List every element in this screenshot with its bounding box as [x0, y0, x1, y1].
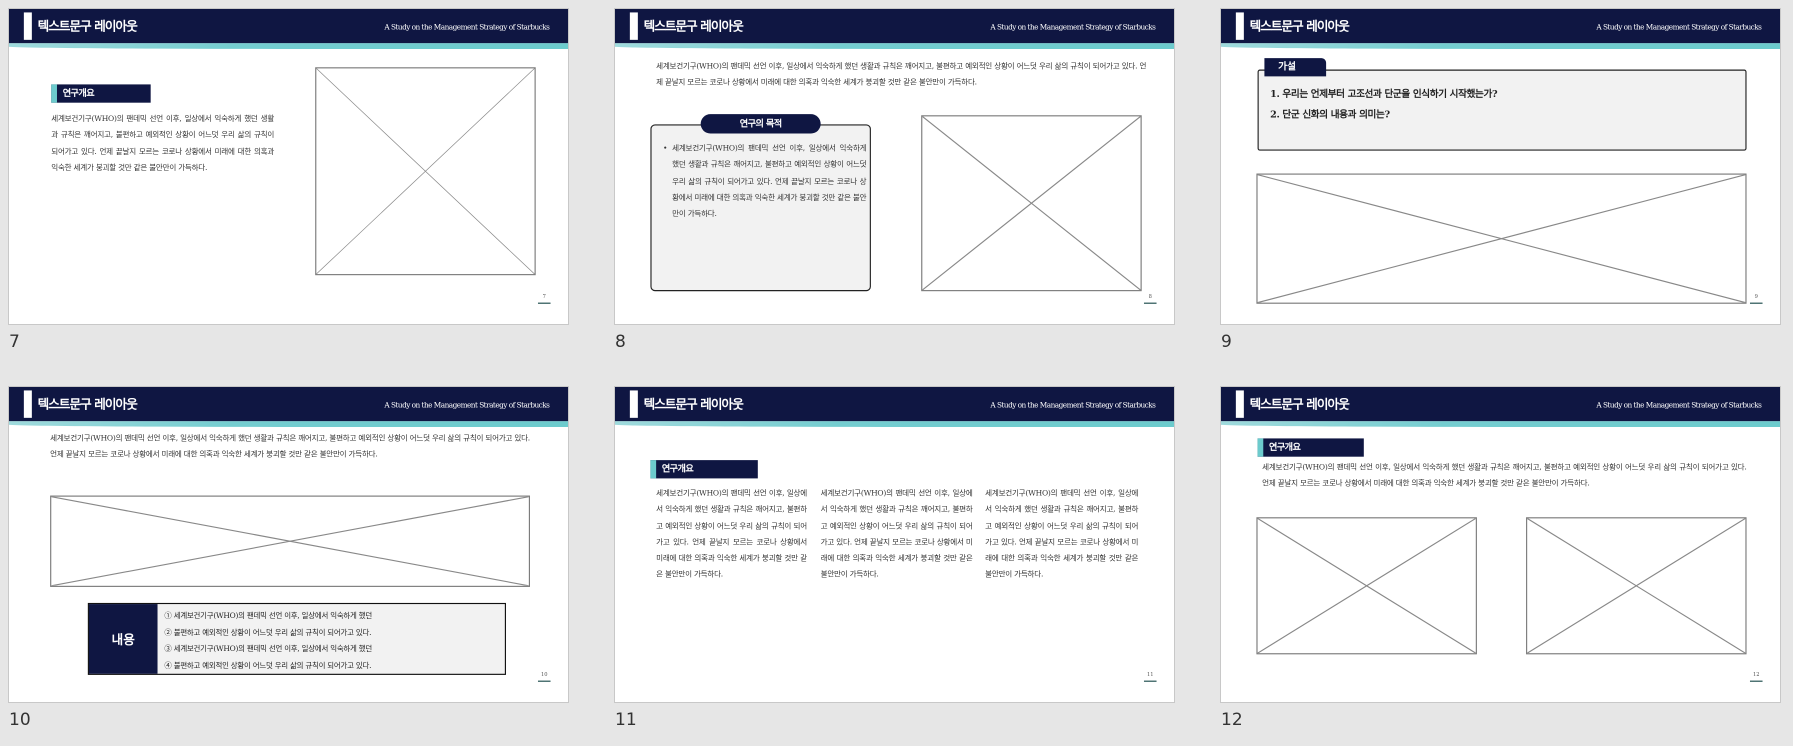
header-teal-stripe	[615, 421, 1174, 427]
body-text: 세계보건기구(WHO)의 팬데믹 선언 이후, 일상에서 익숙하게 했던 생활과…	[656, 61, 1147, 88]
slide-frame[interactable]: 텍스트문구 레이아웃 A Study on the Management Stra…	[8, 8, 569, 325]
hypothesis-line-1: 1. 우리는 언제부터 고조선과 단군을 인식하기 시작했는가?	[1270, 87, 1498, 100]
purpose-title: 연구의 목적	[700, 114, 821, 134]
header-accent-bar	[23, 12, 32, 40]
page-number: 9	[1749, 295, 1763, 304]
purpose-body: 세계보건기구(WHO)의 팬데믹 선언 이후, 일상에서 익숙하게 했던 생활과…	[672, 143, 867, 219]
image-placeholder	[1256, 517, 1477, 655]
slide-number: 7	[9, 332, 20, 352]
image-placeholder	[1256, 173, 1747, 304]
header-teal-stripe	[1221, 421, 1780, 427]
page-number: 12	[1749, 673, 1763, 682]
header-subtitle: A Study on the Management Strategy of St…	[384, 22, 550, 32]
header-accent-bar	[1235, 390, 1244, 418]
slide-frame[interactable]: 텍스트문구 레이아웃 A Study on the Management Stra…	[8, 386, 569, 703]
header-teal-stripe	[9, 43, 568, 49]
header-accent-bar	[629, 390, 638, 418]
slide-header: 텍스트문구 레이아웃 A Study on the Management Stra…	[615, 9, 1174, 44]
slide-frame[interactable]: 텍스트문구 레이아웃 A Study on the Management Stra…	[614, 8, 1175, 325]
image-placeholder	[921, 115, 1142, 292]
hypothesis-line-2: 2. 단군 신화의 내용과 의미는?	[1270, 108, 1390, 120]
column-text-2: 세계보건기구(WHO)의 팬데믹 선언 이후, 일상에서 익숙하게 했던 생활과…	[820, 488, 973, 580]
slide-number: 8	[615, 332, 626, 352]
slide-header: 텍스트문구 레이아웃 A Study on the Management Stra…	[615, 387, 1174, 422]
header-title: 텍스트문구 레이아웃	[1249, 397, 1350, 413]
header-teal-stripe	[1221, 43, 1780, 49]
slide-header: 텍스트문구 레이아웃 A Study on the Management Stra…	[9, 387, 568, 422]
image-placeholder	[1526, 517, 1747, 655]
page-number: 10	[537, 673, 551, 682]
header-title: 텍스트문구 레이아웃	[643, 19, 744, 35]
slide-frame[interactable]: 텍스트문구 레이아웃 A Study on the Management Stra…	[614, 386, 1175, 703]
slide-number: 10	[9, 710, 31, 730]
content-list: ① 세계보건기구(WHO)의 팬데믹 선언 이후, 일상에서 익숙하게 했던 ②…	[164, 608, 372, 674]
content-label: 내용	[88, 604, 158, 674]
image-placeholder	[315, 67, 536, 276]
slide-frame[interactable]: 텍스트문구 레이아웃 A Study on the Management Stra…	[1220, 386, 1781, 703]
slide-header: 텍스트문구 레이아웃 A Study on the Management Stra…	[9, 9, 568, 44]
purpose-box: • 세계보건기구(WHO)의 팬데믹 선언 이후, 일상에서 익숙하게 했던 생활…	[650, 124, 871, 292]
header-teal-stripe	[615, 43, 1174, 49]
header-title: 텍스트문구 레이아웃	[37, 19, 138, 35]
purpose-text: • 세계보건기구(WHO)의 팬데믹 선언 이후, 일상에서 익숙하게 했던 생활…	[662, 140, 867, 222]
column-text-1: 세계보건기구(WHO)의 팬데믹 선언 이후, 일상에서 익숙하게 했던 생활과…	[656, 488, 807, 580]
body-text: 세계보건기구(WHO)의 팬데믹 선언 이후, 일상에서 익숙하게 했던 생활과…	[50, 433, 530, 460]
slide-thumbnail-9[interactable]: 텍스트문구 레이아웃 A Study on the Management Stra…	[1220, 8, 1781, 368]
page-number: 8	[1143, 295, 1157, 304]
body-text: 세계보건기구(WHO)의 팬데믹 선언 이후, 일상에서 익숙하게 했던 생활과…	[1262, 462, 1747, 488]
page-number: 7	[537, 295, 551, 304]
slide-thumbnail-11[interactable]: 텍스트문구 레이아웃 A Study on the Management Stra…	[614, 386, 1175, 746]
bullet-icon: •	[662, 143, 668, 153]
slide-thumbnail-12[interactable]: 텍스트문구 레이아웃 A Study on the Management Stra…	[1220, 386, 1781, 746]
header-subtitle: A Study on the Management Strategy of St…	[1596, 400, 1762, 410]
slide-header: 텍스트문구 레이아웃 A Study on the Management Stra…	[1221, 387, 1780, 422]
body-text: 세계보건기구(WHO)의 팬데믹 선언 이후, 일상에서 익숙하게 했던 생활과…	[51, 114, 275, 173]
header-subtitle: A Study on the Management Strategy of St…	[990, 400, 1156, 410]
header-teal-stripe	[9, 421, 568, 427]
header-title: 텍스트문구 레이아웃	[643, 397, 744, 413]
slide-header: 텍스트문구 레이아웃 A Study on the Management Stra…	[1221, 9, 1780, 44]
slide-number: 9	[1221, 332, 1232, 352]
image-placeholder	[50, 495, 530, 587]
header-accent-bar	[23, 390, 32, 418]
header-subtitle: A Study on the Management Strategy of St…	[990, 22, 1156, 32]
header-title: 텍스트문구 레이아웃	[37, 397, 138, 413]
section-label: 연구개요	[1257, 438, 1364, 457]
content-box: 내용 ① 세계보건기구(WHO)의 팬데믹 선언 이후, 일상에서 익숙하게 했…	[87, 602, 506, 675]
content-item: ③ 세계보건기구(WHO)의 팬데믹 선언 이후, 일상에서 익숙하게 했던	[164, 644, 372, 654]
slide-thumbnail-7[interactable]: 텍스트문구 레이아웃 A Study on the Management Stra…	[8, 8, 569, 368]
header-accent-bar	[629, 12, 638, 40]
slide-number: 12	[1221, 710, 1243, 730]
header-accent-bar	[1235, 12, 1244, 40]
column-text-3: 세계보건기구(WHO)의 팬데믹 선언 이후, 일상에서 익숙하게 했던 생활과…	[985, 488, 1139, 580]
header-subtitle: A Study on the Management Strategy of St…	[384, 400, 550, 410]
header-title: 텍스트문구 레이아웃	[1249, 19, 1350, 35]
slide-frame[interactable]: 텍스트문구 레이아웃 A Study on the Management Stra…	[1220, 8, 1781, 325]
slide-number: 11	[615, 710, 637, 730]
slide-thumbnail-10[interactable]: 텍스트문구 레이아웃 A Study on the Management Stra…	[8, 386, 569, 746]
hypothesis-tab: 가설	[1264, 58, 1327, 77]
content-item: ④ 불편하고 예외적인 상황이 어느덧 우리 삶의 규칙이 되어가고 있다.	[164, 660, 372, 670]
content-item: ② 불편하고 예외적인 상황이 어느덧 우리 삶의 규칙이 되어가고 있다.	[164, 627, 372, 637]
header-subtitle: A Study on the Management Strategy of St…	[1596, 22, 1762, 32]
section-label: 연구개요	[650, 460, 758, 479]
section-label: 연구개요	[51, 84, 151, 103]
slide-thumbnail-8[interactable]: 텍스트문구 레이아웃 A Study on the Management Stra…	[614, 8, 1175, 368]
page-number: 11	[1143, 673, 1157, 682]
content-item: ① 세계보건기구(WHO)의 팬데믹 선언 이후, 일상에서 익숙하게 했던	[164, 610, 372, 621]
